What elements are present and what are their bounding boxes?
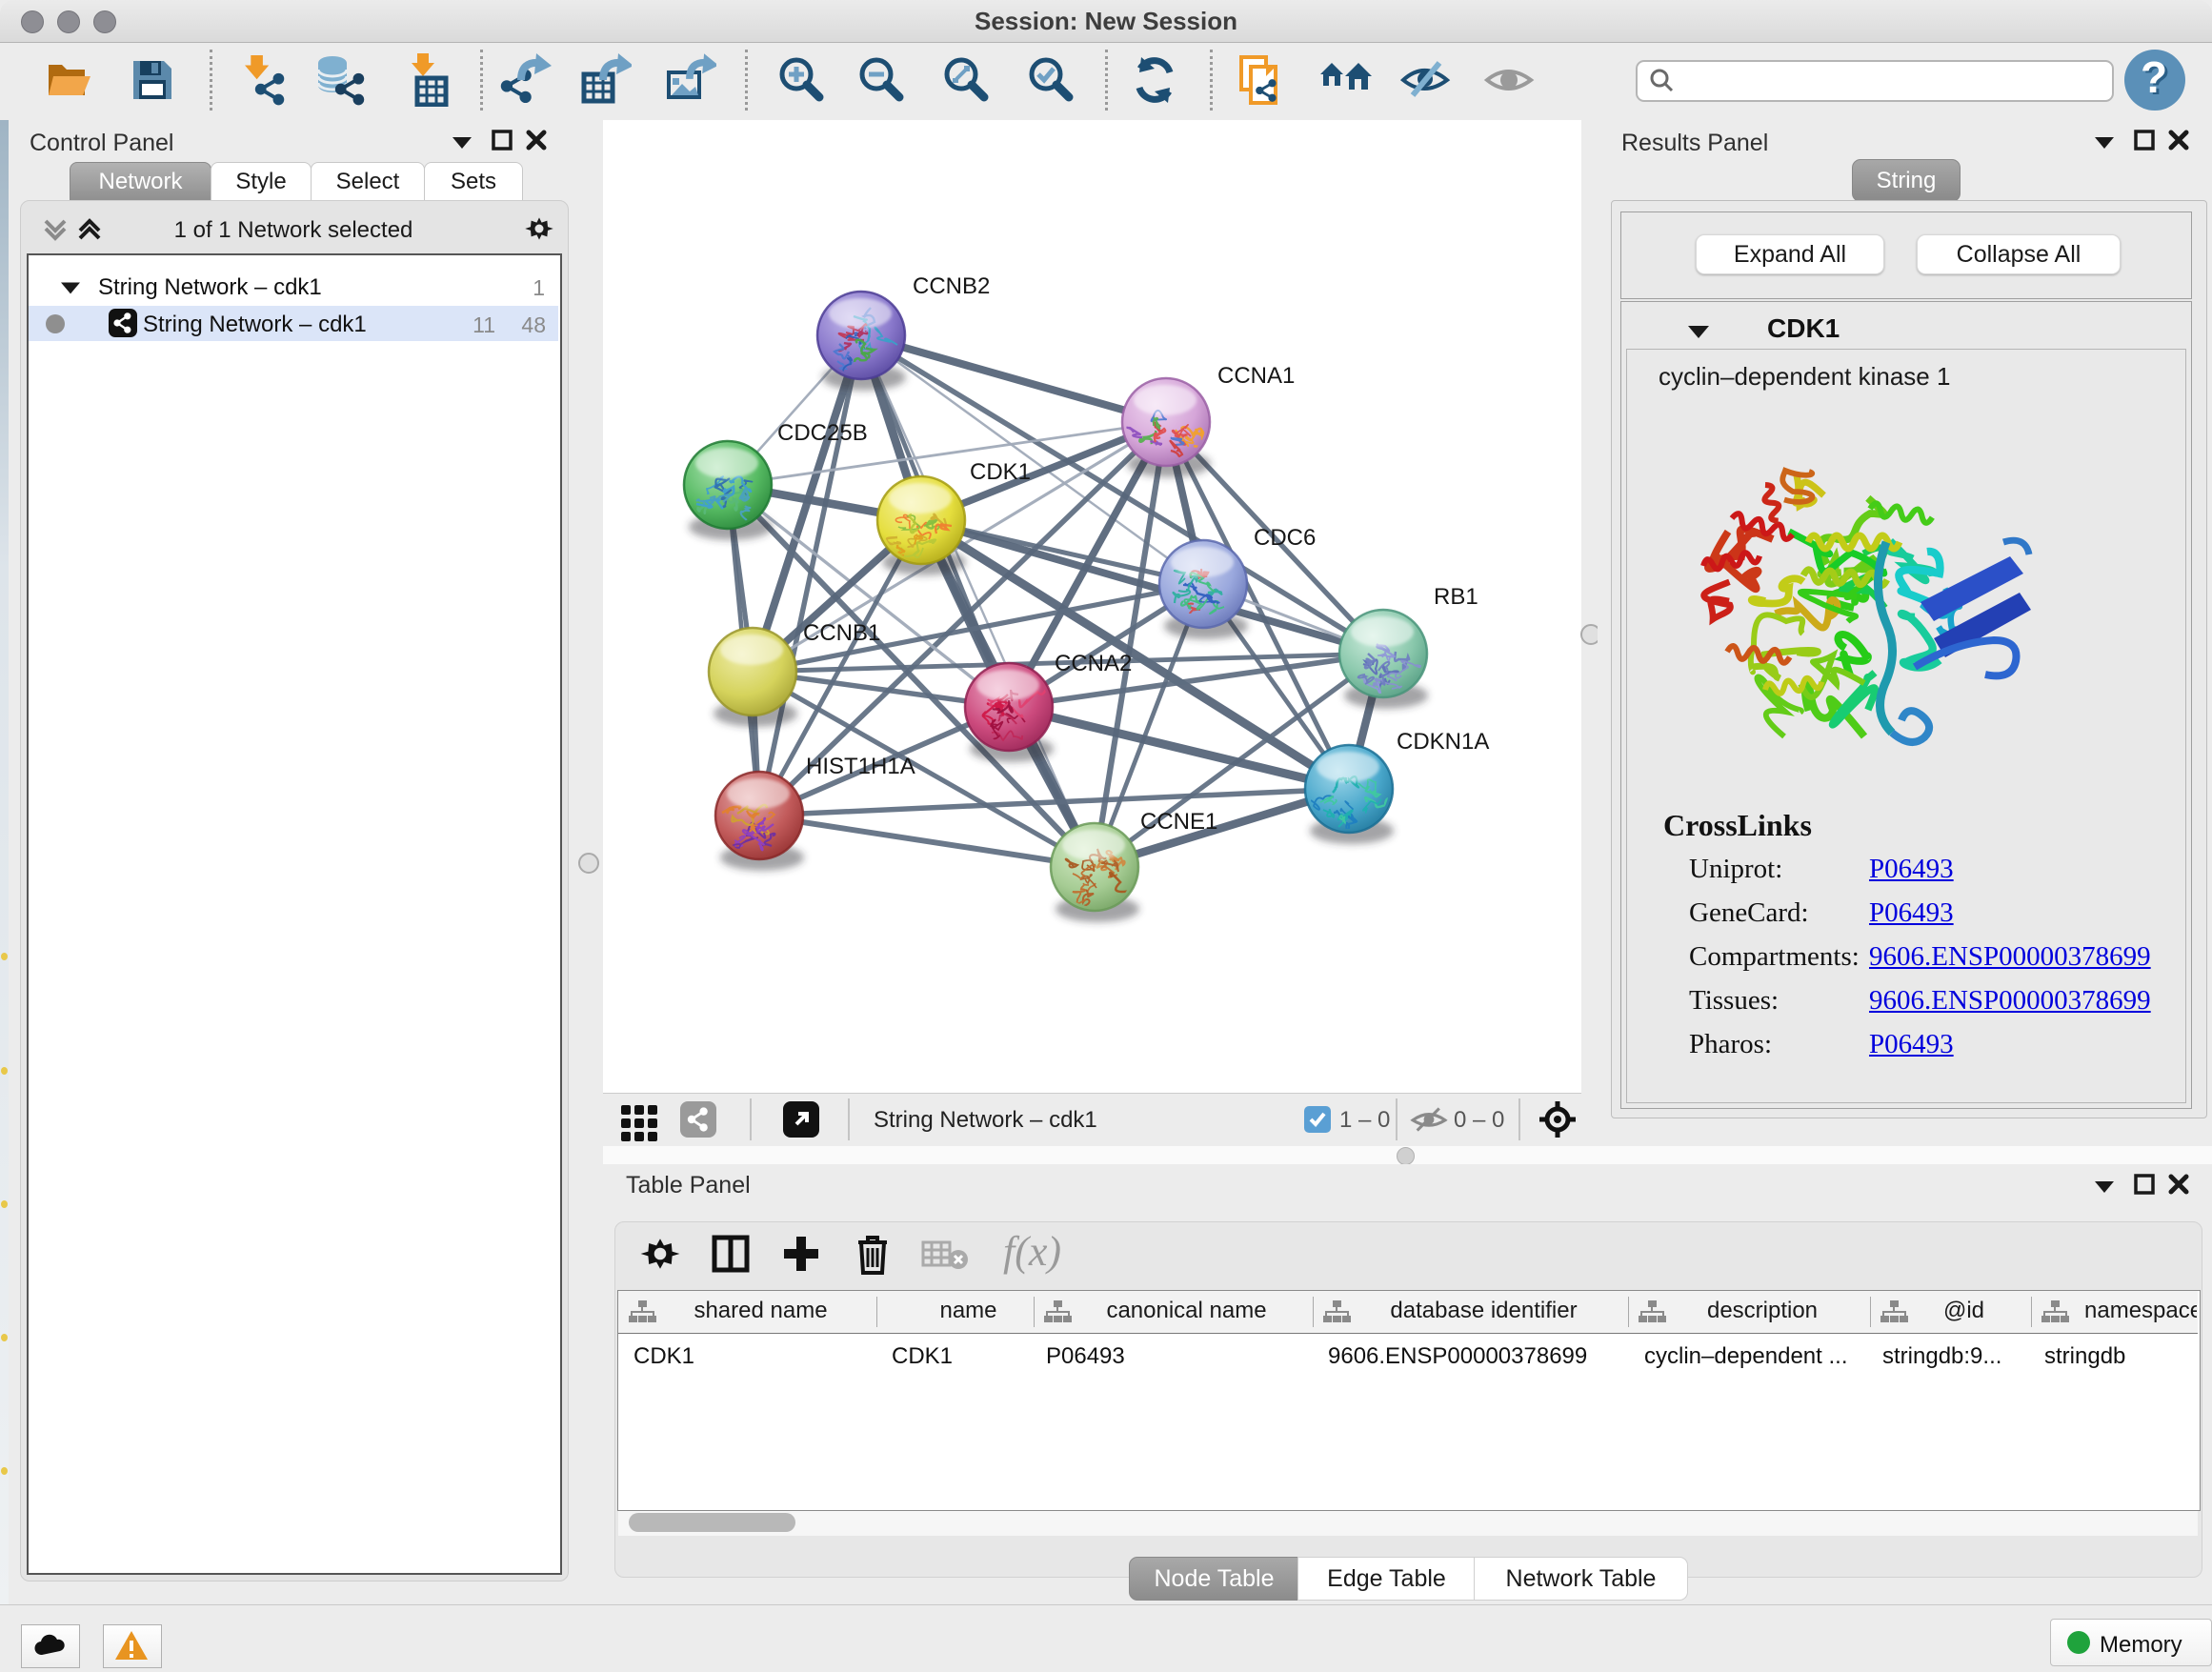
svg-text:RB1: RB1 — [1434, 584, 1478, 610]
svg-text:CCNB1: CCNB1 — [803, 620, 880, 646]
svg-text:CDC25B: CDC25B — [777, 420, 868, 446]
svg-text:CDC6: CDC6 — [1254, 525, 1316, 551]
svg-text:CCNA1: CCNA1 — [1217, 363, 1295, 389]
svg-text:CCNB2: CCNB2 — [913, 273, 990, 299]
svg-text:CCNE1: CCNE1 — [1140, 809, 1217, 835]
svg-text:HIST1H1A: HIST1H1A — [806, 754, 915, 779]
svg-text:CDK1: CDK1 — [970, 459, 1031, 485]
svg-text:CDKN1A: CDKN1A — [1397, 729, 1489, 755]
svg-text:CCNA2: CCNA2 — [1055, 651, 1132, 676]
svg-text:?: ? — [2141, 52, 2167, 102]
